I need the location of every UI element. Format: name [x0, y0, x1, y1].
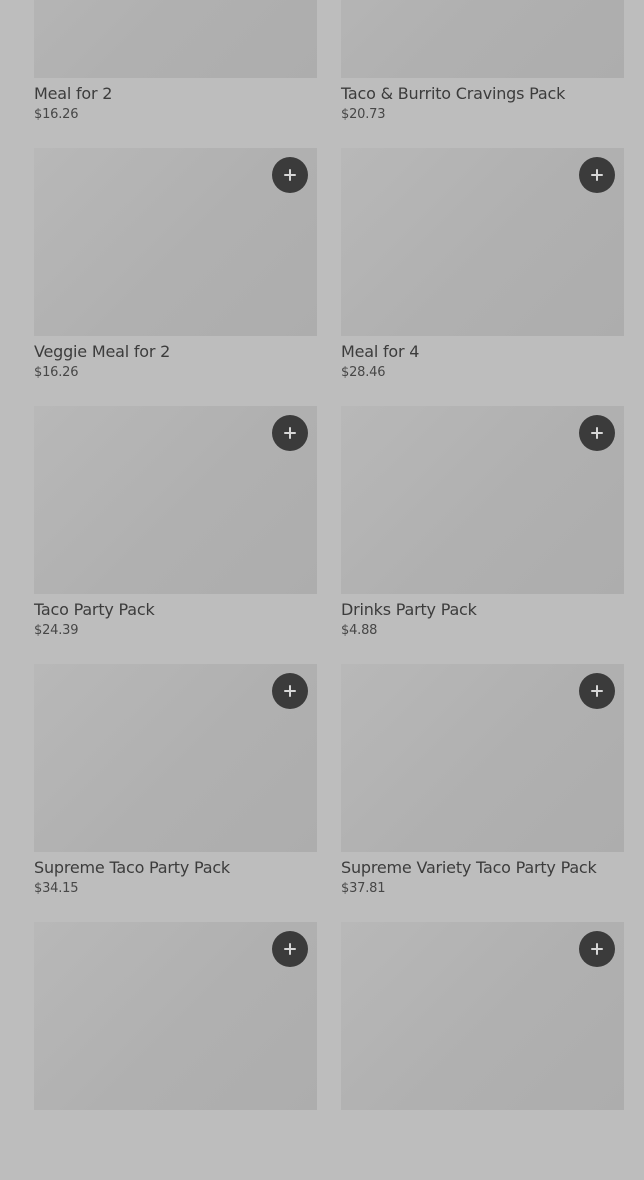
product-price: $16.26: [34, 365, 79, 380]
product-price: [34, 1138, 317, 1156]
product-grid: Meal for 2 $16.26 Taco & Burrito Craving…: [34, 0, 624, 1180]
product-image[interactable]: [341, 148, 624, 336]
product-image[interactable]: [34, 664, 317, 852]
plus-icon: [284, 427, 296, 439]
plus-icon: [591, 685, 603, 697]
product-image[interactable]: [341, 922, 624, 1110]
add-to-cart-button[interactable]: [272, 673, 308, 709]
product-name[interactable]: [341, 1115, 624, 1137]
product-card[interactable]: Supreme Variety Taco Party Pack $37.81: [341, 664, 624, 922]
product-card[interactable]: Meal for 2 $16.26: [34, 0, 317, 148]
add-to-cart-button[interactable]: [579, 673, 615, 709]
product-name[interactable]: Drinks Party Pack: [341, 599, 624, 621]
plus-icon: [284, 685, 296, 697]
product-price: $37.81: [341, 881, 386, 896]
product-image[interactable]: [341, 406, 624, 594]
product-image[interactable]: [341, 664, 624, 852]
plus-icon: [591, 943, 603, 955]
plus-icon: [284, 169, 296, 181]
product-price: $16.26: [34, 107, 79, 122]
add-to-cart-button[interactable]: [272, 415, 308, 451]
product-name[interactable]: Meal for 2: [34, 83, 317, 105]
product-name[interactable]: Supreme Taco Party Pack: [34, 857, 317, 879]
add-to-cart-button[interactable]: [579, 931, 615, 967]
add-to-cart-button[interactable]: [579, 415, 615, 451]
product-card[interactable]: Supreme Taco Party Pack $34.15: [34, 664, 317, 922]
product-name[interactable]: Meal for 4: [341, 341, 624, 363]
add-to-cart-button[interactable]: [272, 931, 308, 967]
product-name[interactable]: [34, 1115, 317, 1137]
product-price: [341, 1138, 624, 1156]
product-name[interactable]: Veggie Meal for 2: [34, 341, 317, 363]
product-price: $4.88: [341, 623, 378, 638]
product-price: $34.15: [34, 881, 79, 896]
product-image[interactable]: [34, 922, 317, 1110]
product-name[interactable]: Taco Party Pack: [34, 599, 317, 621]
product-price: $24.39: [34, 623, 79, 638]
product-image[interactable]: [34, 148, 317, 336]
product-card[interactable]: Drinks Party Pack $4.88: [341, 406, 624, 664]
add-to-cart-button[interactable]: [579, 157, 615, 193]
plus-icon: [591, 427, 603, 439]
product-price: $20.73: [341, 107, 386, 122]
product-price: $28.46: [341, 365, 386, 380]
product-card[interactable]: Taco & Burrito Cravings Pack $20.73: [341, 0, 624, 148]
add-to-cart-button[interactable]: [272, 157, 308, 193]
product-card[interactable]: Veggie Meal for 2 $16.26: [34, 148, 317, 406]
product-image[interactable]: [34, 0, 317, 78]
product-card[interactable]: Taco Party Pack $24.39: [34, 406, 317, 664]
plus-icon: [591, 169, 603, 181]
product-name[interactable]: Taco & Burrito Cravings Pack: [341, 83, 624, 105]
product-card[interactable]: Meal for 4 $28.46: [341, 148, 624, 406]
product-image[interactable]: [34, 406, 317, 594]
product-name[interactable]: Supreme Variety Taco Party Pack: [341, 857, 624, 879]
product-card[interactable]: [341, 922, 624, 1180]
product-image[interactable]: [341, 0, 624, 78]
plus-icon: [284, 943, 296, 955]
product-card[interactable]: [34, 922, 317, 1180]
